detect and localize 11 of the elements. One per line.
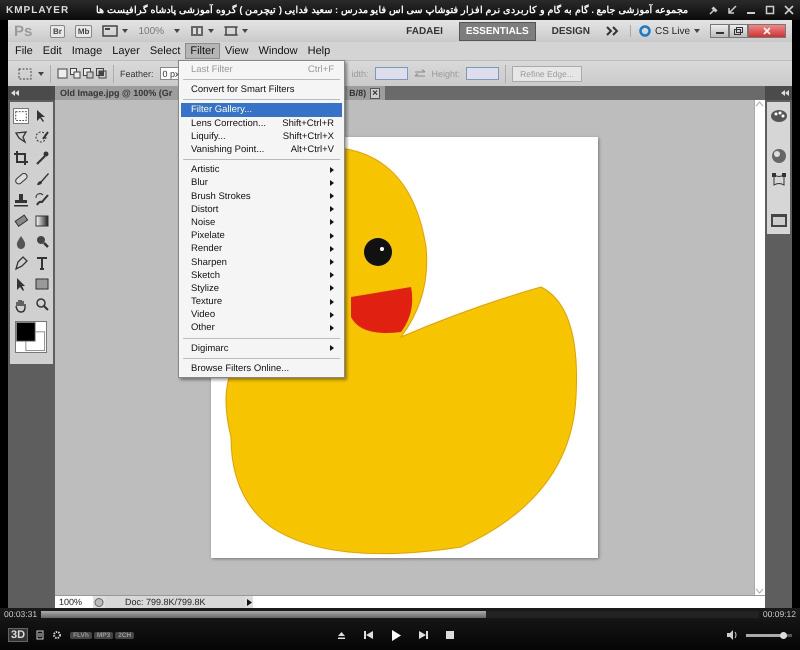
video-title: مجموعه آموزشی جامع . گام به گام و کاربردی نرم افزار فتوشاپ سی اس فایو مدرس : سعید فدایی ( تیچرمن ) گروه آموزشی پادشاه گرافیست ها <box>95 4 688 16</box>
height-label: Height: <box>432 68 460 78</box>
document-tab-title: B/8) <box>349 88 366 98</box>
app-logo: Ps <box>14 22 34 40</box>
total-time: 00:09:12 <box>762 609 796 619</box>
document-size-info: Doc: 799.8K/799.8K <box>105 596 245 608</box>
player-logo: KMPLAYER <box>6 4 70 16</box>
width-label: idth: <box>352 68 369 78</box>
elapsed-time: 00:03:31 <box>4 609 38 619</box>
document-tab-title: Old Image.jpg @ 100% (Gr <box>60 88 172 98</box>
feather-label: Feather: <box>120 68 154 78</box>
